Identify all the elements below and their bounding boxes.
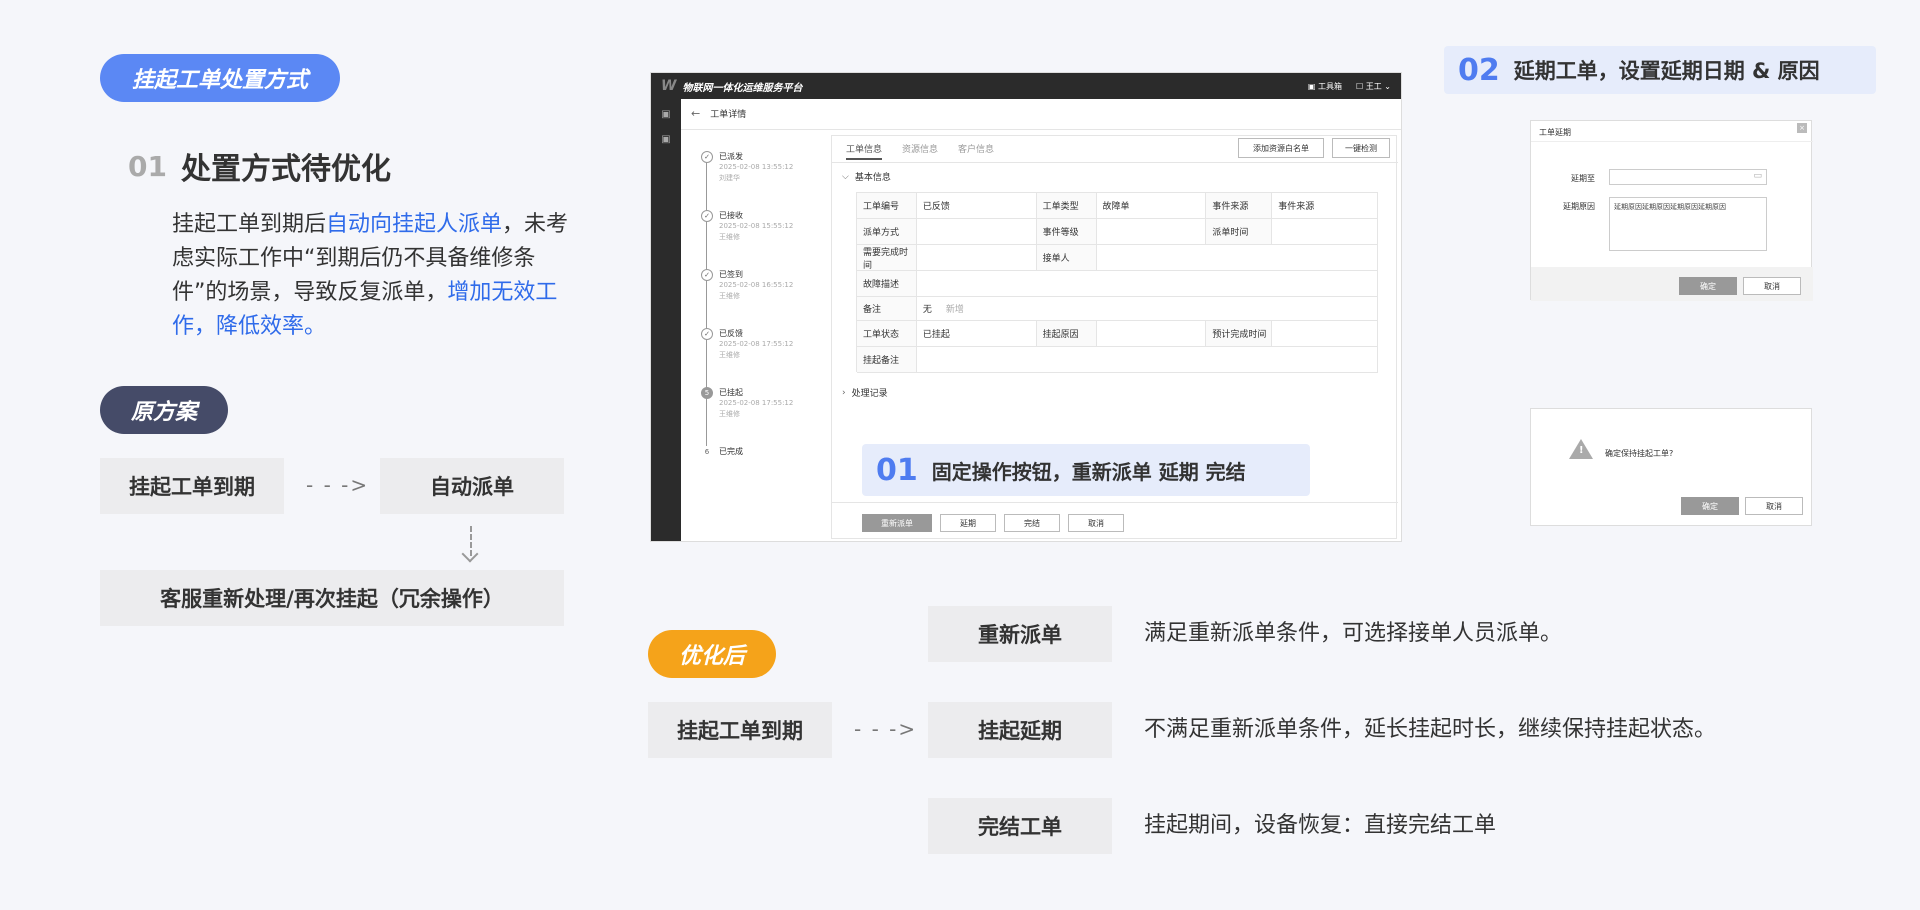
timeline-item: ✓ 已签到 2025-02-08 16:55:12 王维修 (701, 269, 793, 300)
tab-customer-info[interactable]: 客户信息 (958, 142, 994, 160)
toolbox-link[interactable]: ▣ 工具箱 (1308, 81, 1342, 92)
desc-text: 挂起工单到期后 (172, 212, 327, 237)
issue-heading: 01 处置方式待优化 (128, 144, 391, 188)
redispatch-button[interactable]: 重新派单 (862, 514, 932, 532)
timeline-item: ✓ 已反馈 2025-02-08 17:55:12 王维修 (701, 328, 793, 359)
step-number: 6 (704, 448, 710, 456)
opt-step-expired: 挂起工单到期 (648, 702, 832, 758)
timeline-item: 6 已完成 (701, 446, 743, 458)
mock-sidebar: ▣ ▣ (651, 99, 681, 541)
keep-confirm-button[interactable]: 确定 (1681, 497, 1739, 515)
check-icon: ✓ (701, 151, 713, 163)
check-icon: ✓ (701, 328, 713, 340)
timeline-item: ✓ 已派发 2025-02-08 13:55:12 刘建华 (701, 151, 793, 182)
desc-highlight: 自动向挂起人派单 (326, 212, 503, 237)
close-icon[interactable]: × (1797, 123, 1807, 133)
chevron-down-icon: ⌄ (1384, 81, 1391, 91)
opt-arrow-right: - - -> (854, 717, 918, 741)
delay-until-label: 延期至 (1571, 174, 1595, 183)
delay-cancel-button[interactable]: 取消 (1743, 277, 1801, 295)
delay-reason-textarea[interactable]: 延期原因延期原因延期原因延期原因 (1609, 197, 1767, 251)
orig-step-expired: 挂起工单到期 (100, 458, 284, 514)
option-delay: 挂起延期 (928, 702, 1112, 758)
section-basic-info[interactable]: ⌵ 基本信息 (842, 170, 891, 184)
info-table: 工单编号 已反馈 工单类型 故障单 事件来源 事件来源 派单方式 事件等级 派单… (856, 192, 1378, 373)
mock-app-title: 物联网一体化运维服务平台 (682, 82, 803, 94)
section-process-record[interactable]: › 处理记录 (842, 386, 888, 400)
original-plan-pill: 原方案 (100, 386, 228, 434)
timeline-item: 5 已挂起 2025-02-08 17:55:12 王维修 (701, 387, 793, 418)
orig-arrow-down-head (461, 545, 479, 563)
option-complete-desc: 挂起期间，设备恢复：直接完结工单 (1144, 813, 1497, 838)
optimized-pill: 优化后 (648, 630, 776, 678)
callout-number: 01 (876, 452, 918, 488)
delay-number: 02 (1458, 52, 1500, 88)
chevron-down-icon: ⌵ (842, 171, 849, 182)
callout-text: 固定操作按钮，重新派单 延期 完结 (931, 459, 1246, 484)
check-icon: ✓ (701, 269, 713, 281)
delay-button[interactable]: 延期 (940, 514, 996, 532)
confirm-text: 确定保持挂起工单? (1605, 449, 1674, 458)
check-icon: ✓ (701, 210, 713, 222)
delay-dialog-title: 工单延期 (1539, 128, 1571, 137)
delay-dialog: 工单延期 × 延期至 ▭ 延期原因 延期原因延期原因延期原因延期原因 确定 取消 (1530, 120, 1813, 301)
cancel-button[interactable]: 取消 (1068, 514, 1124, 532)
complete-button[interactable]: 完结 (1004, 514, 1060, 532)
toolbox-icon: ▣ (1307, 81, 1316, 91)
issue-description: 挂起工单到期后自动向挂起人派单，未考虑实际工作中“到期后仍不具备维修条件”的场景… (172, 208, 582, 344)
tab-resource-info[interactable]: 资源信息 (902, 142, 938, 160)
back-arrow-icon[interactable]: ← (691, 107, 700, 120)
mock-topbar: W 物联网一体化运维服务平台 ▣ 工具箱 ☐ 王工 ⌄ (651, 73, 1401, 99)
ticket-detail-mockup: W 物联网一体化运维服务平台 ▣ 工具箱 ☐ 王工 ⌄ ▣ ▣ ← 工单详情 ✓… (650, 72, 1402, 542)
delay-title: 延期工单，设置延期日期 & 原因 (1513, 59, 1820, 83)
chevron-right-icon: › (842, 387, 846, 398)
sidebar-icon[interactable]: ▣ (651, 109, 681, 120)
user-menu[interactable]: ☐ 王工 ⌄ (1356, 81, 1391, 92)
mock-breadcrumb: ← 工单详情 (691, 107, 746, 120)
mock-page-title: 工单详情 (710, 110, 747, 120)
tab-order-info[interactable]: 工单信息 (846, 142, 883, 160)
warning-icon-mark: ! (1579, 445, 1584, 456)
mock-main-panel: 工单信息 资源信息 客户信息 添加资源白名单 一键检测 ⌵ 基本信息 工单编号 … (831, 135, 1398, 539)
sidebar-icon[interactable]: ▣ (651, 134, 681, 145)
orig-step-auto-dispatch: 自动派单 (380, 458, 564, 514)
delay-heading: 02 延期工单，设置延期日期 & 原因 (1444, 46, 1876, 94)
option-redispatch: 重新派单 (928, 606, 1112, 662)
timeline-item: ✓ 已接收 2025-02-08 15:55:12 王维修 (701, 210, 793, 241)
title-pill: 挂起工单处置方式 (100, 54, 340, 102)
delay-reason-label: 延期原因 (1563, 202, 1595, 211)
step-number: 5 (701, 387, 713, 399)
option-complete: 完结工单 (928, 798, 1112, 854)
issue-number: 01 (128, 149, 167, 183)
orig-step-reprocess: 客服重新处理/再次挂起（冗余操作） (100, 570, 564, 626)
delay-confirm-button[interactable]: 确定 (1679, 277, 1737, 295)
keep-suspended-dialog: ! 确定保持挂起工单? 确定 取消 (1530, 408, 1812, 526)
keep-cancel-button[interactable]: 取消 (1745, 497, 1803, 515)
orig-arrow-right: - - -> (306, 473, 370, 497)
add-whitelist-button[interactable]: 添加资源白名单 (1238, 138, 1324, 158)
option-delay-desc: 不满足重新派单条件，延长挂起时长，继续保持挂起状态。 (1144, 717, 1717, 742)
one-click-check-button[interactable]: 一键检测 (1332, 138, 1390, 158)
mock-tabs: 工单信息 资源信息 客户信息 (846, 142, 994, 160)
calendar-icon: ▭ (1753, 171, 1762, 181)
delay-until-input[interactable]: ▭ (1609, 169, 1767, 185)
issue-title: 处置方式待优化 (180, 152, 391, 187)
logo-icon: W (661, 78, 677, 94)
user-icon: ☐ (1356, 81, 1364, 91)
callout-fixed-buttons: 01 固定操作按钮，重新派单 延期 完结 (862, 444, 1310, 496)
option-redispatch-desc: 满足重新派单条件，可选择接单人员派单。 (1144, 621, 1563, 646)
